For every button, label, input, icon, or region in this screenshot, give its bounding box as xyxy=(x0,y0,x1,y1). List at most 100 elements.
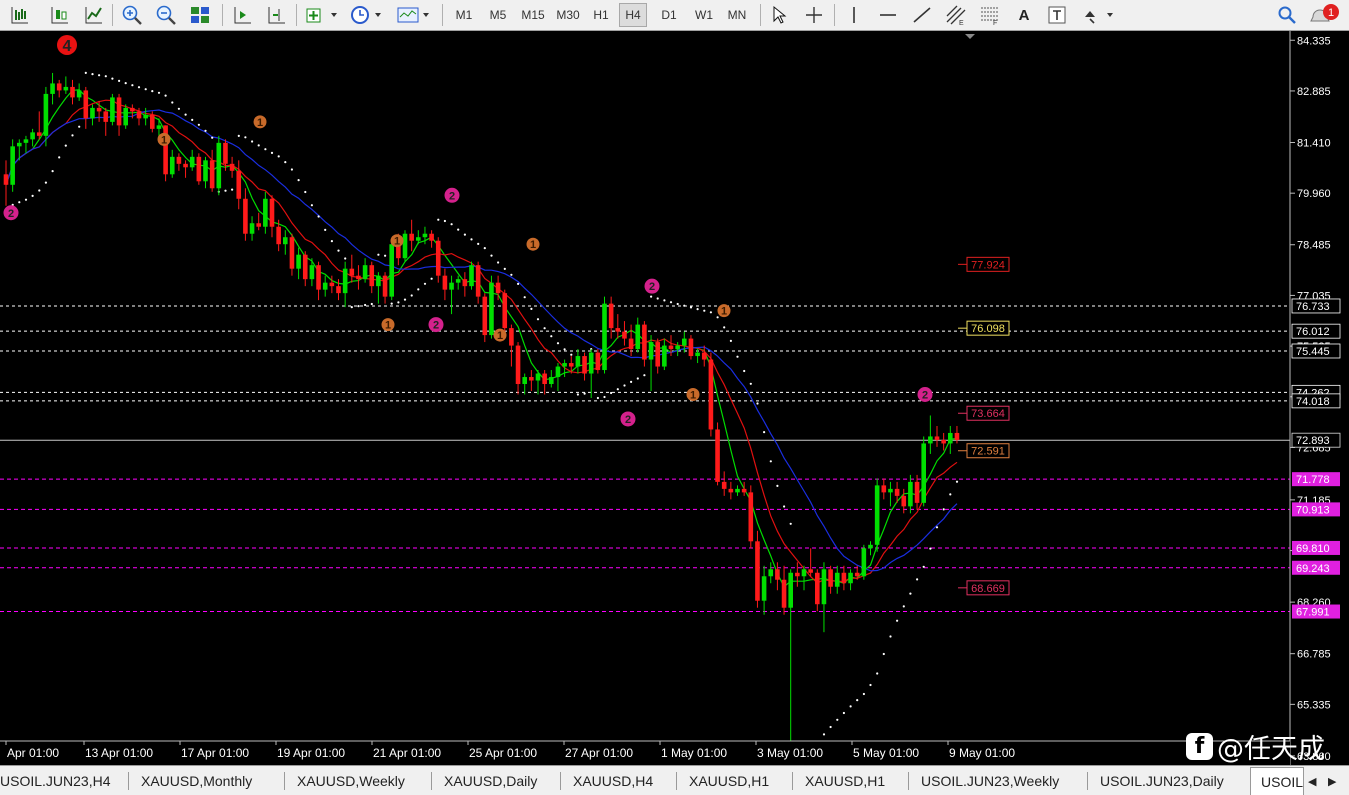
timeframe-m5[interactable]: M5 xyxy=(484,3,512,27)
candle-body xyxy=(442,275,448,290)
crosshair-icon[interactable] xyxy=(800,3,828,27)
candle-body xyxy=(302,254,308,280)
wave-label-text: 2 xyxy=(449,190,455,202)
sar-dot xyxy=(902,605,905,608)
tab-xauusd-h4[interactable]: XAUUSD,H4 xyxy=(573,769,653,793)
candle-body xyxy=(136,111,142,119)
chart-shift-icon[interactable] xyxy=(262,3,290,27)
sar-dot xyxy=(709,311,713,314)
tab-usoil-jun23-h4[interactable]: USOIL.JUN23,H4 xyxy=(0,769,110,793)
templates-icon[interactable] xyxy=(394,3,434,27)
horizontal-line-icon[interactable] xyxy=(874,3,902,27)
watermark-logo-icon: f xyxy=(1186,732,1213,760)
candle-body xyxy=(522,377,527,385)
date-tick-label: 5 May 01:00 xyxy=(853,746,919,760)
candle-body xyxy=(342,268,348,294)
date-tick-label: 19 Apr 01:00 xyxy=(277,746,345,760)
wave-label-text: 1 xyxy=(394,236,400,248)
sar-dot xyxy=(437,218,440,221)
candle-body xyxy=(349,268,355,276)
periods-icon[interactable] xyxy=(346,3,386,27)
notifications-icon[interactable]: 1 xyxy=(1308,3,1344,27)
trendline-icon[interactable] xyxy=(908,3,936,27)
timeframe-mn[interactable]: MN xyxy=(722,3,752,27)
candle-body xyxy=(435,240,441,276)
separator xyxy=(296,4,297,26)
arrows-icon[interactable] xyxy=(1078,3,1118,27)
candle-body xyxy=(43,93,49,136)
wave-label-text: 2 xyxy=(649,281,655,293)
timeframe-m30[interactable]: M30 xyxy=(552,3,584,27)
sar-dot xyxy=(869,683,872,687)
zoom-out-icon[interactable] xyxy=(152,3,180,27)
tab-usoil-active[interactable]: USOIL xyxy=(1250,767,1304,795)
candle xyxy=(196,153,202,185)
candle-body xyxy=(735,488,740,493)
target-label: 73.664 xyxy=(971,408,1005,420)
price-tick-label: 81.410 xyxy=(1297,137,1331,149)
sar-dot xyxy=(929,547,932,550)
tab-scroll-right-icon[interactable]: ▶ xyxy=(1328,769,1336,793)
level-price-tag: 76.733 xyxy=(1291,298,1341,314)
autoscroll-icon[interactable] xyxy=(228,3,256,27)
sar-dot xyxy=(277,155,280,158)
timeframe-h4[interactable]: H4 xyxy=(619,3,647,27)
sar-dot xyxy=(51,170,54,173)
level-price-label-magenta: 70.913 xyxy=(1296,504,1330,516)
candle-body xyxy=(868,544,873,549)
sar-dot xyxy=(729,339,733,342)
sar-dot xyxy=(756,402,759,405)
fibonacci-icon[interactable]: F xyxy=(976,3,1004,27)
sar-dot xyxy=(370,302,373,306)
tab-usoil-jun23-weekly[interactable]: USOIL.JUN23,Weekly xyxy=(921,769,1059,793)
sar-dot xyxy=(616,388,619,391)
price-chart[interactable]: 4211211211221142 77.92476.09873.66472.59… xyxy=(0,31,1349,765)
sar-dot xyxy=(623,384,626,387)
timeframe-d1[interactable]: D1 xyxy=(655,3,683,27)
candle-body xyxy=(169,156,175,175)
sar-dot xyxy=(862,692,866,696)
tab-scroll-left-icon[interactable]: ◀ xyxy=(1308,769,1316,793)
text-label-icon[interactable] xyxy=(1044,3,1070,27)
candle-body xyxy=(828,569,833,587)
sar-dot xyxy=(669,301,673,304)
timeframe-w1[interactable]: W1 xyxy=(690,3,718,27)
search-icon[interactable] xyxy=(1274,3,1300,27)
indicators-icon[interactable] xyxy=(302,3,342,27)
wave-label-text: 4 xyxy=(63,38,72,55)
sar-dot xyxy=(470,238,473,241)
level-price-tag-magenta: 67.991 xyxy=(1292,604,1340,619)
candle-body xyxy=(402,233,408,259)
date-tick-label: 17 Apr 01:00 xyxy=(181,746,249,760)
tab-xauusd-daily[interactable]: XAUUSD,Daily xyxy=(444,769,537,793)
zoom-in-icon[interactable] xyxy=(118,3,146,27)
candlestick-chart-icon[interactable] xyxy=(46,3,74,27)
tab-xauusd-weekly[interactable]: XAUUSD,Weekly xyxy=(297,769,405,793)
vertical-line-icon[interactable] xyxy=(842,3,866,27)
tab-xauusd-h1-a[interactable]: XAUUSD,H1 xyxy=(689,769,769,793)
candle-body xyxy=(721,481,727,489)
sar-dot xyxy=(556,342,560,345)
timeframe-m15[interactable]: M15 xyxy=(517,3,549,27)
tab-xauusd-monthly[interactable]: XAUUSD,Monthly xyxy=(141,769,252,793)
candle-body xyxy=(416,237,421,241)
timeframe-h1[interactable]: H1 xyxy=(588,3,614,27)
bar-chart-icon[interactable] xyxy=(6,3,34,27)
candle-body xyxy=(462,279,468,287)
candle-body xyxy=(575,356,581,367)
level-price-tag: 76.012 xyxy=(1291,323,1341,339)
tile-windows-icon[interactable] xyxy=(186,3,214,27)
sar-dot xyxy=(164,94,167,97)
text-tool-icon[interactable]: A xyxy=(1012,3,1036,27)
tab-usoil-jun23-daily[interactable]: USOIL.JUN23,Daily xyxy=(1100,769,1224,793)
candle-body xyxy=(635,324,641,350)
candle-body xyxy=(761,576,767,601)
level-price-label-magenta: 71.778 xyxy=(1296,474,1330,486)
candle-body xyxy=(30,132,35,140)
timeframe-m1[interactable]: M1 xyxy=(451,3,477,27)
line-chart-icon[interactable] xyxy=(80,3,108,27)
cursor-icon[interactable] xyxy=(766,3,792,27)
sar-dot xyxy=(789,522,792,525)
tab-xauusd-h1-b[interactable]: XAUUSD,H1 xyxy=(805,769,885,793)
channel-icon[interactable]: E xyxy=(942,3,970,27)
